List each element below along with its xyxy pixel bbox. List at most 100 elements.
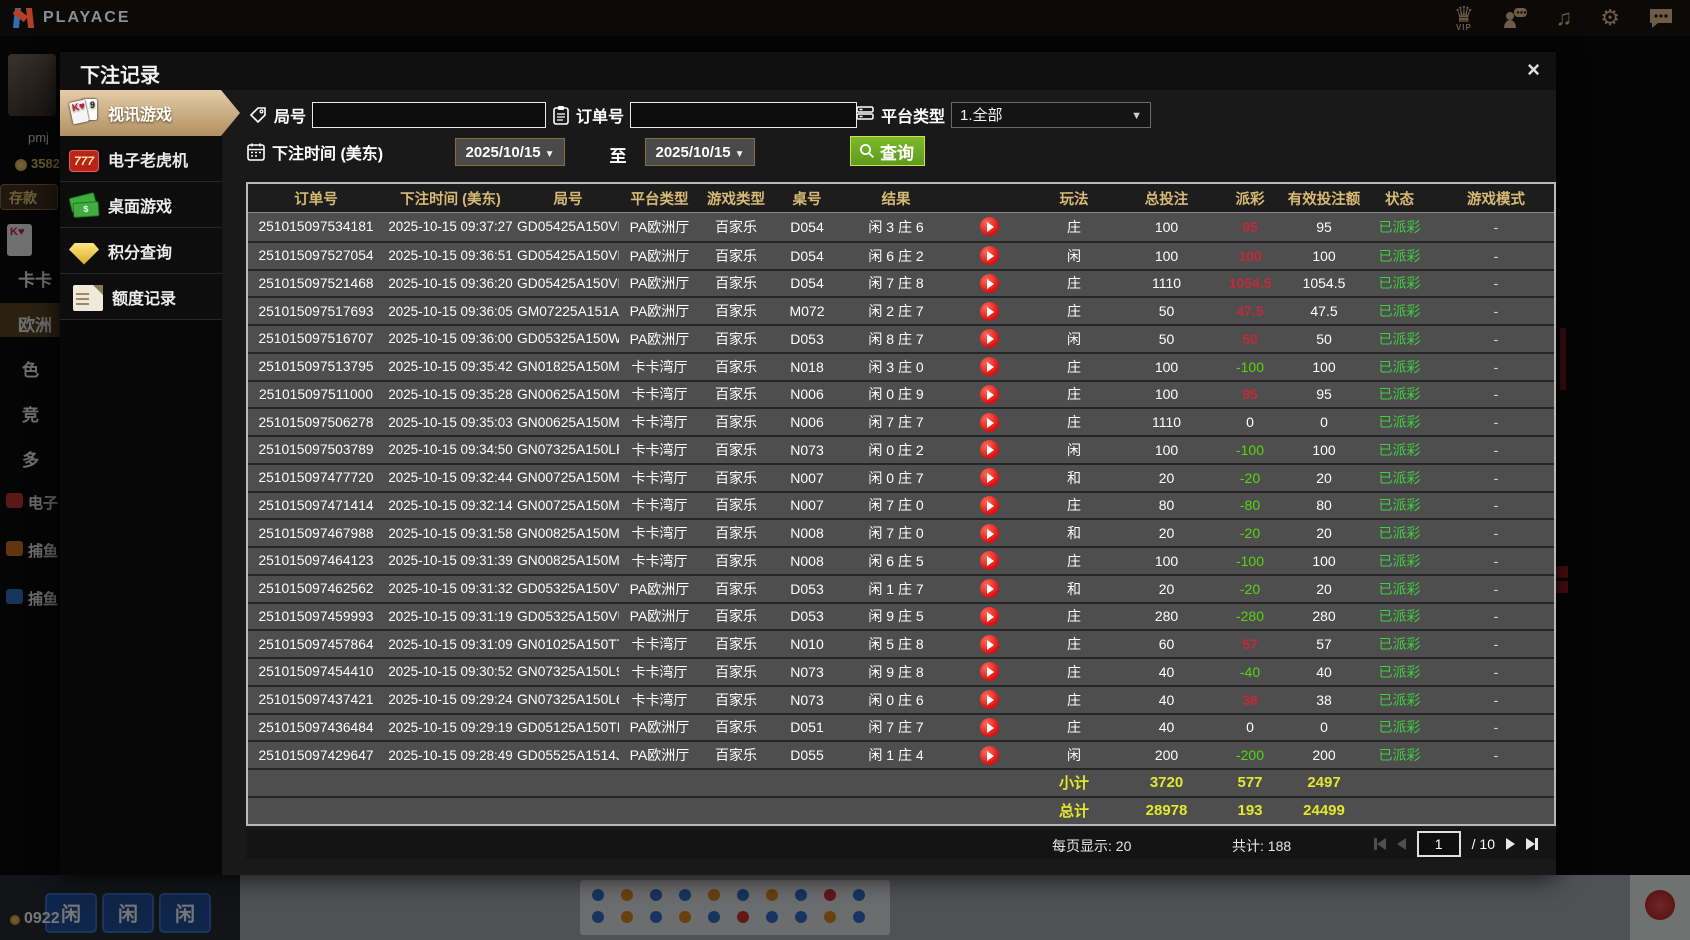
replay-button[interactable] xyxy=(979,217,999,237)
cell-platform: PA欧洲厅 xyxy=(629,330,690,347)
music-icon[interactable]: ♫ xyxy=(1556,7,1573,29)
cell-status: 已派彩 xyxy=(1378,636,1421,653)
cell-valid-bet: 40 xyxy=(1316,663,1332,680)
cell-table-number: N007 xyxy=(790,497,824,514)
replay-button[interactable] xyxy=(979,246,999,266)
cell-status: 已派彩 xyxy=(1378,663,1421,680)
date-from-select[interactable]: 2025/10/15 xyxy=(455,138,565,166)
order-filter-label: 订单号 xyxy=(576,109,625,126)
cell-valid-bet: 1054.5 xyxy=(1302,275,1346,292)
cell-total-bet: 100 xyxy=(1154,552,1179,569)
round-filter: 局号 xyxy=(248,102,547,128)
cell-result: 闲 7 庄 7 xyxy=(868,719,924,736)
platform-filter-label: 平台类型 xyxy=(881,109,946,126)
replay-button[interactable] xyxy=(979,440,999,460)
tag-icon xyxy=(249,107,266,124)
replay-button[interactable] xyxy=(979,551,999,571)
platform-filter: 平台类型 1.全部 xyxy=(855,102,1152,129)
cell-total-bet: 20 xyxy=(1158,469,1175,486)
replay-button[interactable] xyxy=(979,273,999,293)
cell-result: 闲 1 庄 7 xyxy=(868,580,924,597)
cell-bet-time: 2025-10-15 09:36:05 xyxy=(388,303,513,319)
cell-play-type: 闲 xyxy=(1067,747,1081,764)
replay-button[interactable] xyxy=(979,662,999,682)
cell-total-bet: 80 xyxy=(1158,497,1175,514)
date-to-label: 至 xyxy=(609,147,627,166)
cell-play-type: 庄 xyxy=(1067,608,1081,625)
settings-icon[interactable]: ⚙ xyxy=(1600,7,1620,29)
cell-valid-bet: 47.5 xyxy=(1310,303,1338,320)
cell-play-type: 庄 xyxy=(1067,358,1081,375)
replay-button[interactable] xyxy=(979,384,999,404)
replay-button[interactable] xyxy=(979,606,999,626)
round-input[interactable] xyxy=(312,102,547,128)
cell-game-mode: - xyxy=(1493,386,1499,403)
first-page-button[interactable] xyxy=(1373,838,1386,850)
prev-page-button[interactable] xyxy=(1396,838,1406,850)
replay-button[interactable] xyxy=(979,329,999,349)
cell-order-number: 251015097459993 xyxy=(258,608,374,624)
cell-valid-bet: 100 xyxy=(1312,247,1336,264)
replay-button[interactable] xyxy=(979,745,999,765)
cell-game-mode: - xyxy=(1493,663,1499,680)
cell-payout: 0 xyxy=(1246,719,1254,736)
cell-order-number: 251015097467988 xyxy=(258,525,374,541)
sidebar-item-cards[interactable]: 9 K♥ 视讯游戏 xyxy=(60,90,240,136)
replay-button[interactable] xyxy=(979,412,999,432)
cell-play-type: 闲 xyxy=(1067,247,1081,264)
vip-icon[interactable]: ♛ VIP xyxy=(1454,4,1474,32)
table-row: 251015097513795 2025-10-15 09:35:42 GN0182… xyxy=(248,351,1554,380)
cell-result: 闲 7 庄 8 xyxy=(868,275,924,292)
replay-button[interactable] xyxy=(979,717,999,737)
replay-button[interactable] xyxy=(979,690,999,710)
cell-payout: 38 xyxy=(1242,691,1258,708)
replay-button[interactable] xyxy=(979,357,999,377)
replay-button[interactable] xyxy=(979,301,999,321)
replay-button[interactable] xyxy=(979,579,999,599)
cell-table-number: D054 xyxy=(790,247,824,264)
sidebar-item-money[interactable]: $ 桌面游戏 xyxy=(60,182,222,228)
cell-total-bet: 40 xyxy=(1158,691,1175,708)
table-row: 251015097534181 2025-10-15 09:37:27 GD0542… xyxy=(248,213,1554,241)
replay-button[interactable] xyxy=(979,495,999,515)
platform-list-icon xyxy=(856,106,874,120)
sidebar-item-diamond[interactable]: 积分查询 xyxy=(60,228,222,274)
cell-result: 闲 0 庄 6 xyxy=(868,691,924,708)
cell-game-type: 百家乐 xyxy=(715,303,757,320)
cell-table-number: D054 xyxy=(790,275,824,292)
table-row: 251015097503789 2025-10-15 09:34:50 GN0732… xyxy=(248,435,1554,463)
page-number-input[interactable] xyxy=(1416,831,1461,857)
cell-valid-bet: 38 xyxy=(1316,691,1332,708)
customer-service-icon[interactable] xyxy=(1502,6,1528,30)
cell-game-mode: - xyxy=(1493,275,1499,292)
last-page-button[interactable] xyxy=(1526,838,1538,850)
replay-button[interactable] xyxy=(979,634,999,654)
cell-play-type: 闲 xyxy=(1067,441,1081,458)
round-filter-label: 局号 xyxy=(274,109,307,126)
clipboard-icon xyxy=(553,105,569,125)
modal-header: 下注记录 × xyxy=(60,52,1556,90)
sidebar-item-document[interactable]: 额度记录 xyxy=(60,274,222,320)
replay-button[interactable] xyxy=(979,523,999,543)
cell-bet-time: 2025-10-15 09:31:09 xyxy=(388,636,513,652)
table-row: 251015097459993 2025-10-15 09:31:19 GD0532… xyxy=(248,601,1554,630)
date-to-select[interactable]: 2025/10/15 xyxy=(645,138,755,166)
replay-button[interactable] xyxy=(979,468,999,488)
cell-table-number: N008 xyxy=(790,525,824,542)
cell-order-number: 251015097503789 xyxy=(258,442,374,458)
chat-icon[interactable] xyxy=(1648,6,1674,30)
table-row: 251015097516707 2025-10-15 09:36:00 GD0532… xyxy=(248,324,1554,352)
cell-play-type: 和 xyxy=(1067,525,1081,542)
cell-table-number: N006 xyxy=(790,414,824,431)
sidebar-item-slots[interactable]: 777 电子老虎机 xyxy=(60,136,222,182)
cell-bet-time: 2025-10-15 09:31:19 xyxy=(388,608,513,624)
order-input[interactable] xyxy=(630,102,858,128)
close-icon[interactable]: × xyxy=(1527,57,1540,83)
time-filter: 下注时间 (美东) xyxy=(246,140,383,164)
cell-game-mode: - xyxy=(1493,414,1499,431)
search-button[interactable]: 查询 xyxy=(850,136,925,166)
next-page-button[interactable] xyxy=(1506,838,1515,850)
cell-payout: -100 xyxy=(1235,441,1265,458)
cell-platform: 卡卡湾厅 xyxy=(631,497,688,514)
platform-select[interactable]: 1.全部 xyxy=(951,102,1152,129)
